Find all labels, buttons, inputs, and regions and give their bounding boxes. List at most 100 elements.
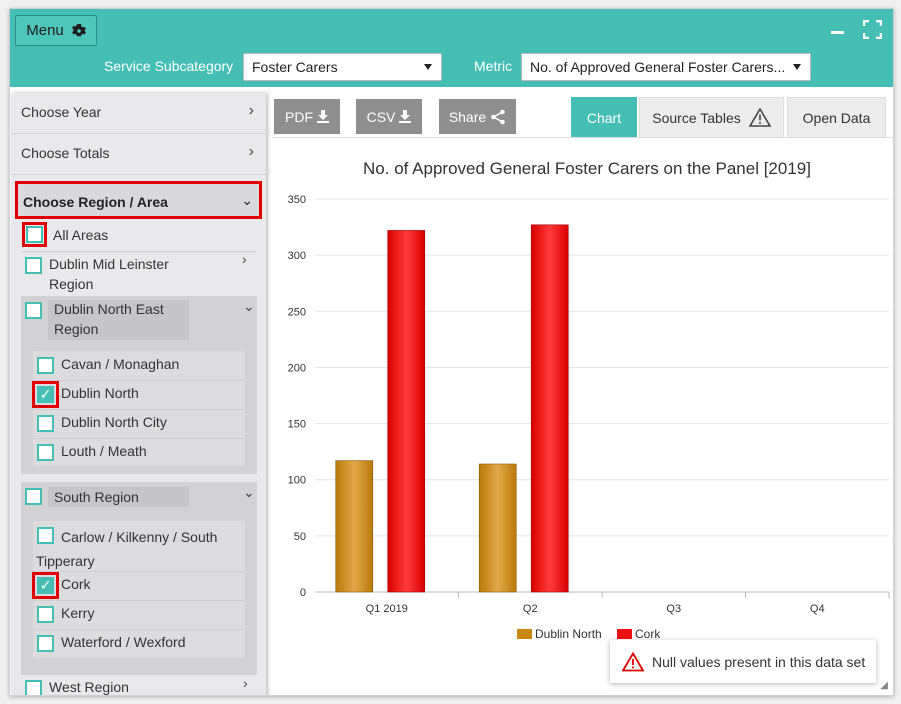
metric-select[interactable]: No. of Approved General Foster Carers... [521,53,811,81]
dublin-mid-leinster-checkbox[interactable] [25,257,42,274]
dublin-north-city-checkbox[interactable] [37,415,54,432]
subcategory-select[interactable]: Foster Carers [243,53,442,81]
row-divider [33,409,245,410]
choose-totals-header[interactable]: Choose Totals › [11,134,266,175]
pdf-label: PDF [285,108,313,125]
chevron-down-icon: ⌄ [243,298,255,314]
south-region-checkbox[interactable] [25,488,42,505]
legend-label: Cork [635,627,661,641]
row-divider [33,629,245,630]
west-region-checkbox[interactable] [25,680,42,695]
choose-year-label: Choose Year [21,104,102,120]
louth-meath-label: Louth / Meath [61,443,147,459]
cork-checkbox[interactable]: ✓ [37,577,54,594]
dublin-mid-leinster-label: Dublin Mid Leinster Region [49,256,169,292]
csv-label: CSV [366,108,396,125]
dublin-north-east-checkbox[interactable] [25,302,42,319]
row-divider [21,251,257,252]
dropdown-caret-icon [793,64,801,70]
share-button[interactable]: Share [439,99,516,134]
metric-value: No. of Approved General Foster Carers... [530,59,786,75]
all-areas-label: All Areas [53,227,109,243]
tab-divider [272,137,893,138]
top-bar: Menu Service Subcategory Foster Carers M… [10,9,893,87]
null-values-text: Null values present in this data set [652,653,866,670]
chart-title: No. of Approved General Foster Carers on… [363,159,811,178]
menu-label: Menu [26,22,64,39]
share-icon [491,109,505,124]
chevron-right-icon: › [248,102,254,119]
choose-region-header[interactable]: Choose Region / Area ⌄ [15,181,262,219]
waterford-wexford-label: Waterford / Wexford [61,634,186,650]
bar-dublin-north [478,463,517,593]
dublin-north-city-label: Dublin North City [61,414,167,430]
tab-chart[interactable]: Chart [571,97,637,138]
pdf-button[interactable]: PDF [274,99,340,134]
dublin-north-checkbox[interactable]: ✓ [37,386,54,403]
x-tick-label: Q4 [810,603,825,615]
y-tick-label: 50 [294,531,306,543]
share-label: Share [448,108,487,125]
bar-cork [530,224,569,593]
dublin-north-label: Dublin North [61,385,139,401]
carlow-kilkenny-label: Carlow / Kilkenny / South Tipperary [36,529,218,569]
resize-handle-icon[interactable]: ◢ [880,680,888,691]
tab-open-data[interactable]: Open Data [787,97,886,138]
kerry-checkbox[interactable] [37,606,54,623]
kerry-label: Kerry [61,605,95,621]
x-tick-label: Q1 2019 [366,603,408,615]
subcategory-value: Foster Carers [252,59,338,75]
chevron-down-icon: ⌄ [241,192,253,208]
choose-totals-label: Choose Totals [21,145,110,161]
csv-button[interactable]: CSV [356,99,422,134]
louth-meath-checkbox[interactable] [37,444,54,461]
gear-icon [71,23,86,36]
legend-swatch [517,629,532,639]
y-tick-label: 300 [288,250,306,262]
row-divider [33,600,245,601]
y-tick-label: 150 [288,419,306,431]
metric-label: Metric [474,58,513,74]
tab-open-data-label: Open Data [802,109,871,126]
menu-button[interactable]: Menu [15,15,97,46]
y-tick-label: 350 [288,194,306,206]
choose-year-header[interactable]: Choose Year › [11,93,266,134]
legend-swatch [617,629,632,639]
null-values-notice: Null values present in this data set [610,640,876,683]
bar-chart: No. of Approved General Foster Carers on… [288,159,890,641]
download-icon [317,110,329,123]
chevron-right-icon: › [243,675,248,691]
download-icon [399,110,412,123]
row-divider [33,380,245,381]
cavan-monaghan-checkbox[interactable] [37,357,54,374]
minimize-icon[interactable] [831,19,844,34]
south-region-label: South Region [54,489,139,505]
chart-area: No. of Approved General Foster Carers on… [272,145,892,645]
y-tick-label: 250 [288,306,306,318]
bar-cork [387,230,426,593]
fullscreen-icon[interactable] [862,19,883,43]
x-tick-label: Q2 [523,603,538,615]
all-areas-checkbox[interactable] [26,226,43,243]
dublin-north-east-label: Dublin North East Region [54,301,164,337]
tab-chart-label: Chart [586,109,622,126]
y-tick-label: 0 [300,587,306,599]
tab-source-tables[interactable]: Source Tables [639,97,784,138]
tab-source-tables-label: Source Tables [652,109,741,126]
cavan-monaghan-label: Cavan / Monaghan [61,356,180,372]
cork-label: Cork [61,576,91,592]
y-tick-label: 100 [288,475,306,487]
chevron-down-icon: ⌄ [243,484,255,500]
x-tick-label: Q3 [666,603,681,615]
dropdown-caret-icon [424,64,432,70]
subcategory-label: Service Subcategory [104,58,234,74]
bar-dublin-north [335,460,374,593]
app-window: Menu Service Subcategory Foster Carers M… [9,8,894,696]
filter-sidebar: Choose Year › Choose Totals › Choose Reg… [11,93,266,695]
warning-icon [748,108,771,127]
row-divider [33,438,245,439]
waterford-wexford-checkbox[interactable] [37,635,54,652]
chevron-right-icon: › [248,143,254,160]
y-tick-label: 200 [288,362,306,374]
chevron-right-icon: › [242,251,247,267]
